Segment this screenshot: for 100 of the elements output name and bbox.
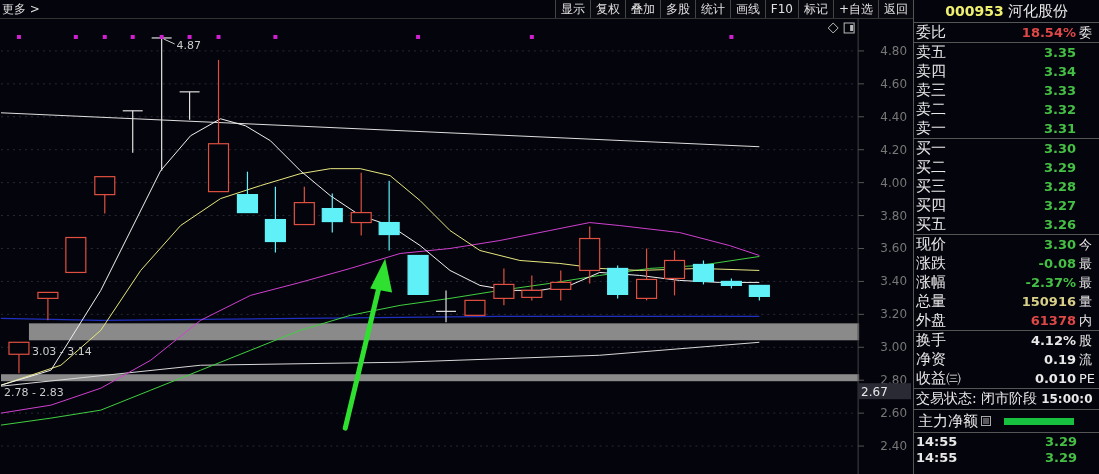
toolbar-button[interactable]: 多股	[659, 0, 695, 18]
stock-name: 河化股份	[1007, 1, 1068, 21]
candlestick	[407, 254, 429, 295]
status-time: 15:00:0	[1041, 392, 1093, 406]
quote-value: 61378	[1029, 313, 1077, 328]
panel-toggle-icon	[843, 22, 855, 34]
trade-status: 交易状态: 闭市阶段	[916, 390, 1038, 408]
candlestick	[636, 247, 658, 301]
candlestick	[692, 259, 715, 286]
quote-value: 3.31	[1042, 121, 1077, 136]
quote-label: 买三	[915, 177, 947, 196]
axis-label: 3.60	[880, 241, 907, 256]
toolbar-button[interactable]: 统计	[694, 0, 730, 18]
quote-label: 量	[1079, 292, 1093, 311]
axis-label: 2.40	[880, 439, 907, 454]
quote-value: -0.08	[1037, 256, 1077, 271]
net-flow-label: 主力净额	[917, 411, 978, 431]
axis-label: 3.20	[880, 307, 907, 322]
quote-label: 收益㈢	[915, 369, 962, 388]
quote-value: 4.12%	[1029, 333, 1077, 348]
candlestick	[65, 236, 87, 274]
candlestick	[720, 277, 742, 289]
candlestick	[663, 249, 686, 296]
axis-label: 4.80	[880, 43, 907, 58]
tick-time: 14:55	[915, 433, 959, 449]
quote-label: 股	[1079, 331, 1093, 350]
quote-label: 涨跌	[915, 254, 947, 273]
quote-value: 18.54%	[1020, 25, 1077, 40]
tick-price: 3.29	[1044, 433, 1078, 449]
candlestick	[579, 225, 601, 285]
quote-label: 流	[1079, 350, 1093, 369]
quote-label: 卖五	[915, 43, 947, 62]
quote-label: 买四	[915, 196, 947, 215]
quote-label: 外盘	[915, 311, 947, 330]
candlestick	[435, 289, 457, 323]
quote-label: 买五	[915, 215, 947, 234]
more-menu[interactable]: 更多 >	[0, 0, 555, 18]
toolbar-button[interactable]: F10	[764, 0, 798, 18]
candlestick	[293, 186, 315, 226]
tick-price: 3.29	[1044, 449, 1078, 465]
candlestick	[748, 284, 770, 301]
axis-label: 4.60	[880, 76, 907, 91]
leader-line	[163, 38, 176, 45]
quote-value: 3.32	[1042, 102, 1077, 117]
quote-label: 买二	[915, 158, 947, 177]
quote-value: -2.37%	[1024, 275, 1077, 290]
quote-value: 3.28	[1042, 179, 1077, 194]
axis-label: 3.80	[880, 208, 907, 223]
candlestick	[264, 186, 286, 254]
list-icon[interactable]	[981, 416, 991, 426]
quote-value: 3.26	[1042, 217, 1077, 232]
quote-label: 涨幅	[915, 273, 947, 292]
quote-label: 换手	[915, 331, 947, 350]
toolbar-button[interactable]: +自选	[832, 0, 878, 18]
quote-value: 3.29	[1042, 160, 1077, 175]
diamond-icon	[827, 22, 839, 34]
quote-label: 委	[1079, 23, 1093, 42]
toolbar-button[interactable]: 画线	[729, 0, 765, 18]
candlestick	[464, 299, 486, 316]
quote-label: 最	[1079, 254, 1093, 273]
quote-value: 3.27	[1042, 198, 1077, 213]
price-label: 4.87	[176, 38, 202, 52]
quote-value: 3.34	[1042, 64, 1077, 79]
candlestick	[94, 176, 116, 215]
quote-label: 总量	[915, 292, 947, 311]
candlestick	[236, 171, 259, 214]
quote-label: PE	[1079, 371, 1097, 386]
axis-label: 3.40	[880, 274, 907, 289]
quote-label: 内	[1079, 311, 1093, 330]
axis-label: 4.40	[880, 109, 907, 124]
quote-label: 卖三	[915, 81, 947, 100]
candlestick	[350, 172, 372, 237]
quote-value: 0.010	[1033, 371, 1077, 386]
quote-value: 3.30	[1042, 237, 1077, 252]
candlestick	[179, 91, 201, 121]
toolbar-button[interactable]: 复权	[589, 0, 625, 18]
quote-label: 现价	[915, 235, 947, 254]
axis-label: 2.60	[880, 406, 907, 421]
toolbar-button[interactable]: 返回	[878, 0, 913, 18]
price-label: 2.78 - 2.83	[4, 386, 64, 400]
quote-label: 今	[1079, 235, 1093, 254]
quote-label: 卖二	[915, 100, 947, 119]
quote-value: 3.33	[1042, 83, 1077, 98]
quote-value: 150916	[1020, 294, 1077, 309]
candlestick	[378, 180, 400, 252]
candlestick	[493, 267, 515, 306]
toolbar-button[interactable]: 标记	[797, 0, 833, 18]
candlestick	[321, 193, 343, 234]
toolbar-button[interactable]: 叠加	[624, 0, 660, 18]
tick-time: 14:55	[915, 449, 959, 465]
stock-code: 000953	[945, 3, 1004, 19]
net-flow-bar	[1004, 417, 1074, 425]
quote-label: 卖四	[915, 62, 947, 81]
quote-label: 最	[1079, 273, 1093, 292]
toolbar-button[interactable]: 显示	[554, 0, 590, 18]
quote-label: 卖一	[915, 119, 947, 138]
current-price-tag: 2.67	[858, 383, 911, 400]
candlestick	[607, 264, 629, 299]
axis-label: 4.00	[880, 175, 907, 190]
candlestick	[122, 110, 144, 154]
